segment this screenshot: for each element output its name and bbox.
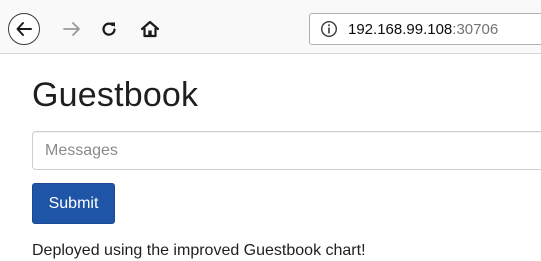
back-arrow-icon xyxy=(16,22,32,36)
home-icon xyxy=(140,20,160,38)
reload-button[interactable] xyxy=(96,16,122,42)
back-button[interactable] xyxy=(8,13,40,45)
browser-toolbar: 192.168.99.108:30706 xyxy=(0,0,541,54)
home-button[interactable] xyxy=(137,16,163,42)
url-host: 192.168.99.108 xyxy=(348,20,453,38)
page-content: Guestbook Submit Deployed using the impr… xyxy=(0,54,541,261)
message-input[interactable] xyxy=(32,131,541,170)
submit-button[interactable]: Submit xyxy=(32,183,115,224)
forward-button[interactable] xyxy=(59,16,85,42)
url-port: :30706 xyxy=(452,20,499,38)
forward-arrow-icon xyxy=(63,22,80,36)
url-bar[interactable]: 192.168.99.108:30706 xyxy=(309,13,541,45)
info-icon[interactable] xyxy=(320,20,338,38)
deployment-note: Deployed using the improved Guestbook ch… xyxy=(32,242,366,259)
page-title: Guestbook xyxy=(32,76,199,114)
reload-icon xyxy=(102,22,116,36)
